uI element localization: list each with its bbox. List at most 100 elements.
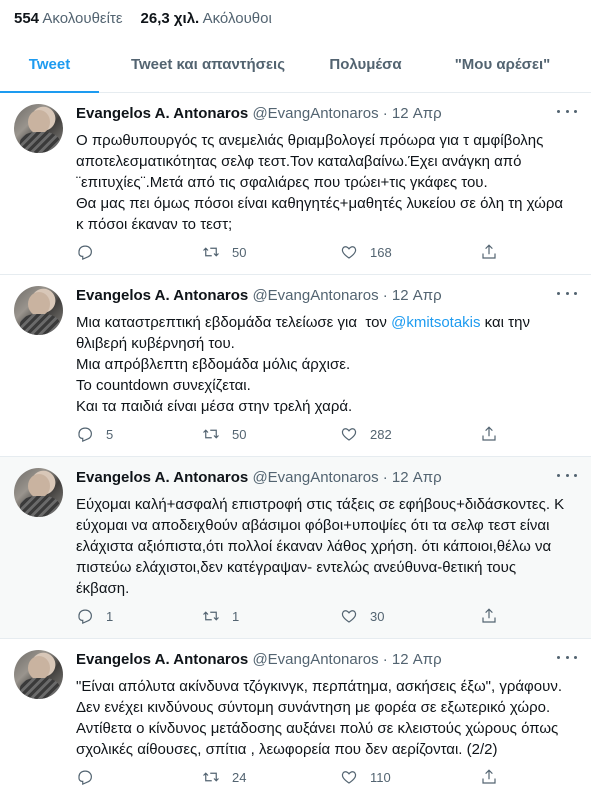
retweet-count: 24 [232, 769, 247, 785]
more-options-icon[interactable] [557, 289, 577, 297]
tab-tweets-and-replies[interactable]: Tweet και απαντήσεις [99, 36, 317, 92]
author-name[interactable]: Evangelos A. Antonaros [76, 651, 248, 668]
reply-button[interactable] [76, 243, 106, 261]
tweet-header: Evangelos A. Antonaros @EvangAntonaros ·… [76, 651, 442, 668]
author-name[interactable]: Evangelos A. Antonaros [76, 105, 248, 122]
profile-tabs: Tweet Tweet και απαντήσεις Πολυμέσα "Μου… [0, 36, 591, 93]
tweet-text: Μια καταστρεπτική εβδομάδα τελείωσε για … [76, 312, 581, 417]
share-icon [482, 769, 496, 784]
following-label: Ακολουθείτε [42, 9, 123, 27]
reply-count: 5 [106, 426, 114, 442]
share-icon [482, 244, 496, 259]
tweet-date[interactable]: 12 Απρ [392, 287, 442, 304]
like-count: 282 [370, 426, 392, 442]
tweet-actions: 24 110 [76, 768, 556, 788]
tweet-text-line: Μια απρόβλεπτη εβδομάδα μόλις άρχισε. [76, 356, 351, 373]
retweet-icon [203, 247, 219, 257]
like-count: 168 [370, 244, 392, 260]
retweet-icon [203, 772, 219, 782]
heart-icon [341, 610, 357, 623]
separator: · [382, 469, 388, 486]
avatar[interactable] [14, 286, 63, 335]
tweet-text-line: κ πόσοι έκαναν το τεστ; [76, 216, 233, 233]
tweet[interactable]: Evangelos A. Antonaros @EvangAntonaros ·… [0, 639, 591, 789]
tweet[interactable]: Evangelos A. Antonaros @EvangAntonaros ·… [0, 93, 591, 275]
following-link[interactable]: 554 Ακολουθείτε [14, 10, 123, 27]
tweet[interactable]: Evangelos A. Antonaros @EvangAntonaros ·… [0, 457, 591, 639]
like-button[interactable]: 282 [340, 425, 392, 443]
tweet-text-line: Το countdown συνεχίζεται. [76, 377, 251, 394]
text-segment: Μια καταστρεπτική εβδομάδα τελείωσε για … [76, 314, 392, 331]
tweet-header: Evangelos A. Antonaros @EvangAntonaros ·… [76, 105, 442, 122]
followers-count: 26,3 χιλ. [140, 9, 200, 27]
tweet-actions: 5 50 282 [76, 425, 556, 445]
tweet-text-line: Αντίθετα ο κίνδυνος μετάδοσης αυξάνει πο… [76, 720, 559, 737]
tweet-text-line: Ο πρωθυπουργός τς ανεμελιάς θριαμβολογεί… [76, 132, 544, 149]
followers-link[interactable]: 26,3 χιλ. Ακόλουθοι [141, 10, 272, 27]
tweet-text-line: έκβαση. [76, 580, 130, 597]
tweet-text-line: ελάχιστα αξιόπιστα,ότι πολλοί έκαναν λάθ… [76, 538, 552, 555]
reply-icon [78, 427, 92, 443]
share-button[interactable] [480, 243, 498, 261]
tab-likes[interactable]: "Μου αρέσει" [414, 36, 591, 92]
retweet-icon [203, 429, 219, 439]
tweet-text-line: Θα μας πει όμως πόσοι είναι καθηγητές+μα… [76, 195, 564, 212]
share-button[interactable] [480, 425, 498, 443]
heart-icon [341, 428, 357, 441]
author-name[interactable]: Evangelos A. Antonaros [76, 287, 248, 304]
like-count: 110 [370, 769, 391, 785]
tweet-text-line: Και τα παιδιά είναι μέσα στην τρελή χαρά… [76, 398, 353, 415]
more-options-icon[interactable] [557, 653, 577, 661]
avatar[interactable] [14, 104, 63, 153]
reply-count: 1 [106, 608, 114, 624]
retweet-count: 50 [232, 244, 247, 260]
author-handle[interactable]: @EvangAntonaros [252, 105, 378, 122]
avatar[interactable] [14, 650, 63, 699]
tweet-text-line: σχολικές αίθουσες, σπίτια , λεωφορεία πο… [76, 741, 498, 758]
mention-link[interactable]: @kmitsotakis [391, 314, 480, 331]
author-handle[interactable]: @EvangAntonaros [252, 287, 378, 304]
followers-label: Ακόλουθοι [202, 9, 272, 27]
tweet[interactable]: Evangelos A. Antonaros @EvangAntonaros ·… [0, 275, 591, 457]
tweet-text-line: "Είναι απόλυτα ακίνδυνα τζόγκινγκ, περπά… [76, 678, 562, 695]
separator: · [382, 287, 388, 304]
retweet-button[interactable]: 1 [202, 607, 239, 625]
like-button[interactable]: 110 [340, 768, 391, 786]
text-segment: και την [480, 314, 530, 331]
share-icon [482, 608, 496, 623]
avatar[interactable] [14, 468, 63, 517]
more-options-icon[interactable] [557, 471, 577, 479]
heart-icon [341, 246, 357, 259]
retweet-button[interactable]: 50 [202, 425, 246, 443]
tweet-actions: 1 1 30 [76, 607, 556, 627]
share-icon [482, 426, 496, 441]
tab-media[interactable]: Πολυμέσα [317, 36, 414, 92]
reply-button[interactable]: 5 [76, 425, 113, 443]
reply-icon [78, 770, 92, 786]
profile-stats: 554 Ακολουθείτε 26,3 χιλ. Ακόλουθοι [0, 0, 591, 36]
tab-tweets[interactable]: Tweet [0, 36, 99, 93]
author-handle[interactable]: @EvangAntonaros [252, 651, 378, 668]
author-handle[interactable]: @EvangAntonaros [252, 469, 378, 486]
tweet-date[interactable]: 12 Απρ [392, 469, 442, 486]
more-options-icon[interactable] [557, 107, 577, 115]
share-button[interactable] [480, 768, 498, 786]
reply-button[interactable] [76, 768, 106, 786]
tweet-text-line: θλιβερή κυβέρνησή του. [76, 335, 235, 352]
share-button[interactable] [480, 607, 498, 625]
like-button[interactable]: 168 [340, 243, 392, 261]
reply-icon [78, 609, 92, 625]
tweet-date[interactable]: 12 Απρ [392, 651, 442, 668]
retweet-button[interactable]: 50 [202, 243, 246, 261]
tweet-date[interactable]: 12 Απρ [392, 105, 442, 122]
following-count: 554 [14, 9, 40, 27]
tweet-header: Evangelos A. Antonaros @EvangAntonaros ·… [76, 469, 442, 486]
reply-button[interactable]: 1 [76, 607, 113, 625]
like-button[interactable]: 30 [340, 607, 384, 625]
author-name[interactable]: Evangelos A. Antonaros [76, 469, 248, 486]
retweet-button[interactable]: 24 [202, 768, 246, 786]
tweet-text-line: εύχομαι να αποδειχθούν αβάσιμοι φόβοι+υπ… [76, 517, 550, 534]
tweet-actions: 50 168 [76, 243, 556, 263]
separator: · [382, 105, 388, 122]
retweet-icon [203, 611, 219, 621]
